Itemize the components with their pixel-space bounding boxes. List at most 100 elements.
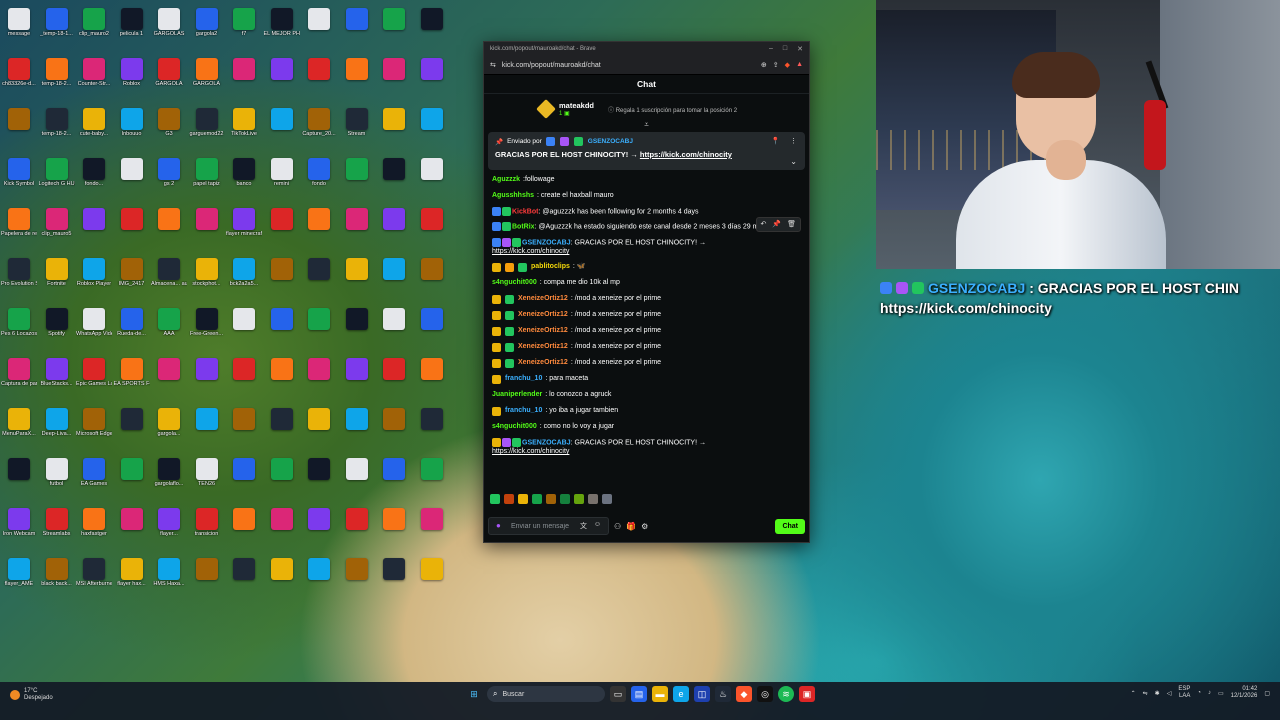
mic-icon[interactable]: ● <box>496 521 501 530</box>
desktop-icon[interactable]: Almacena... automatic <box>151 258 187 288</box>
desktop-icon[interactable] <box>117 208 147 231</box>
desktop-icon[interactable] <box>417 558 447 581</box>
desktop-icon[interactable] <box>342 258 372 281</box>
desktop-icon[interactable] <box>192 408 222 431</box>
desktop-icon[interactable] <box>304 358 334 381</box>
desktop-icon[interactable] <box>229 408 259 431</box>
share-icon[interactable]: ⇪ <box>773 61 779 69</box>
desktop-icon[interactable] <box>229 358 259 381</box>
clock-date[interactable]: 12/1/2026 <box>1231 693 1258 700</box>
reply-icon[interactable]: ↶ <box>761 220 767 229</box>
desktop-icon[interactable]: fondo <box>304 158 334 188</box>
desktop-icon[interactable]: clip_mauro2 <box>79 8 109 38</box>
chat-message[interactable]: s4nguchit000: compa me dio 10k al mp <box>492 275 801 291</box>
desktop-icon[interactable]: stockphot... <box>192 258 222 288</box>
chat-username[interactable]: franchu_10 <box>505 371 542 387</box>
pinned-sender[interactable]: GSENZOCABJ <box>588 138 633 145</box>
chat-message[interactable]: XeneizeOrtiz12: /mod a xeneize por el pr… <box>492 307 801 323</box>
chat-username[interactable]: KickBot <box>512 208 538 215</box>
maximize-icon[interactable]: □ <box>783 45 787 53</box>
desktop-icon[interactable] <box>117 408 147 431</box>
desktop-icon[interactable] <box>117 508 147 531</box>
close-icon[interactable]: ✕ <box>797 45 803 53</box>
desktop-icon[interactable]: Logitech G HUB <box>39 158 75 188</box>
desktop-icon[interactable] <box>4 458 34 481</box>
link-icon[interactable]: ⚇ <box>614 522 621 531</box>
desktop-icon[interactable] <box>417 458 447 481</box>
desktop-icon[interactable] <box>229 558 259 581</box>
chat-message[interactable]: GSENZOCABJ: GRACIAS POR EL HOST CHINOCIT… <box>492 235 801 259</box>
desktop-icon[interactable] <box>304 58 334 81</box>
network-icon[interactable]: ⇋ <box>1143 690 1148 697</box>
chat-username[interactable]: s4nguchit000 <box>492 275 537 291</box>
desktop-icon[interactable]: temp-18-2... <box>42 108 72 138</box>
weather-widget[interactable]: 17°C Despejado <box>10 688 53 702</box>
chat-username[interactable]: XeneizeOrtiz12 <box>518 291 568 307</box>
desktop-icon[interactable]: pelicula 1 <box>117 8 147 38</box>
desktop-icon[interactable] <box>4 108 34 131</box>
brave-icon[interactable]: ◆ <box>736 686 752 702</box>
desktop-icon[interactable] <box>229 58 259 81</box>
desktop-icon[interactable] <box>342 208 372 231</box>
emote-icon[interactable] <box>532 494 542 504</box>
address-bar[interactable]: ⇆ kick.com/popout/mauroakd/chat ⊕ ⇪ ◆ ▲ <box>484 56 809 75</box>
chat-link[interactable]: https://kick.com/chinocity <box>492 448 569 455</box>
url-text[interactable]: kick.com/popout/mauroakd/chat <box>502 62 601 69</box>
notification-icon[interactable]: ▢ <box>1264 690 1270 697</box>
chat-message[interactable]: XeneizeOrtiz12: /mod a xeneize por el pr… <box>492 291 801 307</box>
send-button[interactable]: Chat <box>775 518 805 534</box>
chat-username[interactable]: XeneizeOrtiz12 <box>518 355 568 371</box>
desktop-icon[interactable]: Free-Green... <box>190 308 223 338</box>
desktop-icon[interactable] <box>417 158 447 181</box>
desktop-icon[interactable]: MSI Afterburner <box>76 558 112 588</box>
desktop-icon[interactable] <box>304 408 334 431</box>
desktop-icon[interactable] <box>192 208 222 231</box>
desktop-icon[interactable]: Microsoft Edge <box>76 408 112 438</box>
chat-username[interactable]: XeneizeOrtiz12 <box>518 323 568 339</box>
desktop-icon[interactable] <box>342 558 372 581</box>
spotify-icon[interactable]: ≋ <box>778 686 794 702</box>
chat-username[interactable]: Aguzzzk <box>492 172 520 188</box>
desktop-icon[interactable] <box>304 208 334 231</box>
chat-message[interactable]: franchu_10: yo iba a jugar tambien <box>492 403 801 419</box>
chat-username[interactable]: Agusshhshs <box>492 188 534 204</box>
desktop-icon[interactable]: Roblox <box>117 58 147 88</box>
desktop-icon[interactable]: temp-18-2... <box>42 58 72 88</box>
desktop-icon[interactable]: Pes 6 Locazos <box>1 308 37 338</box>
chat-username[interactable]: GSENZOCABJ <box>522 439 571 446</box>
desktop-icon[interactable] <box>304 308 334 331</box>
bluetooth-icon[interactable]: ✱ <box>1155 690 1160 697</box>
desktop-icon[interactable] <box>267 308 297 331</box>
desktop-icon[interactable] <box>304 258 334 281</box>
desktop-icon[interactable]: BlueStacks... <box>40 358 73 388</box>
chat-username[interactable]: franchu_10 <box>505 403 542 419</box>
translate-icon[interactable]: 文 <box>580 521 587 531</box>
emote-icon[interactable] <box>560 494 570 504</box>
chat-message[interactable]: XeneizeOrtiz12: /mod a xeneize por el pr… <box>492 355 801 371</box>
desktop-icon[interactable] <box>379 8 409 31</box>
desktop-icon[interactable] <box>342 8 372 31</box>
desktop-icon[interactable]: gargolaflo... <box>154 458 184 488</box>
delete-icon[interactable]: 🗑 <box>787 220 796 229</box>
chat-username[interactable]: GSENZOCABJ <box>522 239 571 246</box>
start-icon[interactable]: ⊞ <box>466 686 482 702</box>
desktop-icon[interactable] <box>342 358 372 381</box>
chevron-down-icon[interactable]: ⌄ <box>790 157 797 166</box>
wifi-icon[interactable]: ◔ <box>1197 690 1201 696</box>
desktop-icon[interactable]: ch83326e-d... <box>2 58 36 88</box>
desktop-icon[interactable] <box>304 8 334 31</box>
desktop-icon[interactable] <box>379 508 409 531</box>
emoji-icon[interactable]: ☺ <box>594 521 601 528</box>
chat-username[interactable]: Juaniperlender <box>492 387 542 403</box>
emote-icon[interactable] <box>588 494 598 504</box>
speaker-icon[interactable]: ♪ <box>1208 690 1211 696</box>
desktop-icon[interactable]: Stream <box>342 108 372 138</box>
desktop-icon[interactable]: Papelera de reciclaje <box>1 208 37 238</box>
desktop-icon[interactable]: GARGOLA <box>154 58 184 88</box>
lang-1[interactable]: ESP <box>1178 686 1190 693</box>
desktop-icon[interactable]: IMG_2417 <box>117 258 147 288</box>
widgets-icon[interactable]: ▤ <box>631 686 647 702</box>
desktop-icon[interactable]: gargola2 <box>192 8 222 38</box>
task-view-icon[interactable]: ▭ <box>610 686 626 702</box>
store-icon[interactable]: ◫ <box>694 686 710 702</box>
